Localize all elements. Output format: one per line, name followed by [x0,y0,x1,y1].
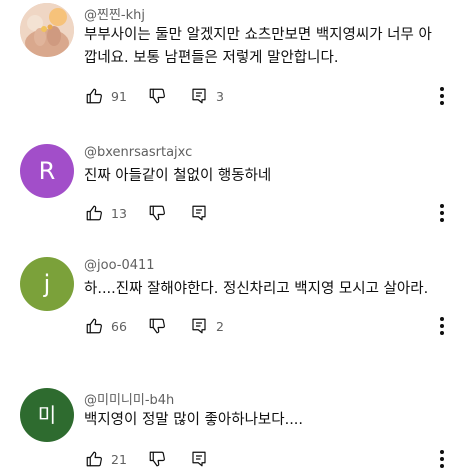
like-count: 66 [111,318,127,334]
reply-icon[interactable] [189,86,209,106]
avatar[interactable]: j [20,257,74,311]
avatar-letter: 미 [37,403,57,427]
comment-author[interactable]: @joo-0411 [84,258,155,273]
comment-author[interactable]: @미미니미-b4h [84,389,174,408]
comment-actions: 91 3 [84,85,224,107]
comment-text: 하....진짜 잘해야한다. 정신차리고 백지영 모시고 살아라. [84,281,429,297]
more-vertical-icon[interactable] [430,447,454,471]
reply-icon[interactable] [189,449,209,469]
comment-actions: 13 [84,202,209,224]
reply-icon[interactable] [189,316,209,336]
thumbs-down-icon[interactable] [147,203,167,223]
thumbs-down-icon[interactable] [147,86,167,106]
more-vertical-icon[interactable] [430,314,454,338]
reply-icon[interactable] [189,203,209,223]
comment-actions: 21 [84,448,209,470]
avatar-letter: j [43,270,51,298]
more-vertical-icon[interactable] [430,201,454,225]
comment-actions: 66 2 [84,315,224,337]
thumbs-up-icon[interactable] [84,86,104,106]
thumbs-up-icon[interactable] [84,203,104,223]
comments-list: @찐찐-khj 부부사이는 둘만 알겠지만 쇼츠만보면 백지영씨가 너무 아깝네… [0,0,471,473]
more-vertical-icon[interactable] [430,84,454,108]
avatar-letter: R [38,157,56,185]
comment-text: 백지영이 정말 많이 좋아하나보다.... [84,412,304,428]
reply-count[interactable]: 3 [216,89,224,104]
like-count: 21 [111,451,127,467]
avatar[interactable]: 미 [20,388,74,442]
comment-text: 진짜 아들같이 철없이 행동하네 [84,168,272,184]
comment-author[interactable]: @찐찐-khj [84,4,145,23]
like-count: 13 [111,205,127,221]
thumbs-up-icon[interactable] [84,316,104,336]
reply-count[interactable]: 2 [216,319,224,334]
thumbs-up-icon[interactable] [84,449,104,469]
avatar[interactable] [20,3,74,57]
thumbs-down-icon[interactable] [147,449,167,469]
comment-text: 부부사이는 둘만 알겠지만 쇼츠만보면 백지영씨가 너무 아깝네요. 보통 남편… [84,27,432,66]
comment-author[interactable]: @bxenrsasrtajxc [84,145,192,160]
avatar[interactable]: R [20,144,74,198]
thumbs-down-icon[interactable] [147,316,167,336]
like-count: 91 [111,88,127,104]
profile-photo [20,3,74,57]
